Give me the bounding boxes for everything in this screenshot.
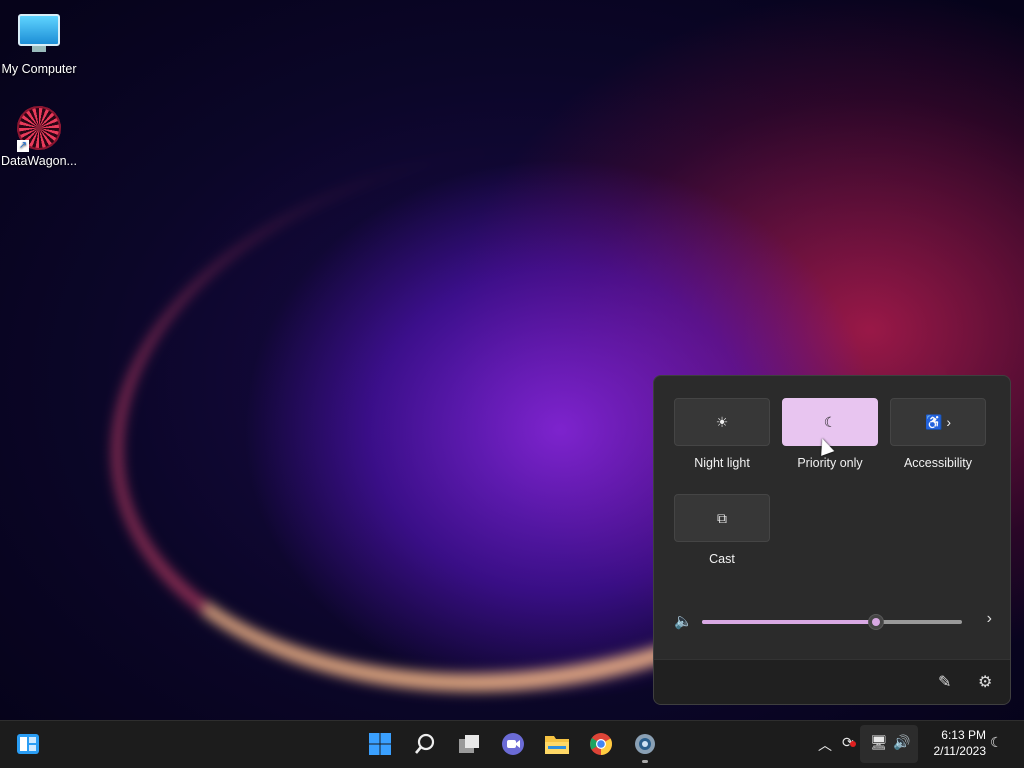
taskbar: ︿ ⟳ 🖥 🔊 6:13 PM 2/11/2023 ☾ [0, 720, 1024, 768]
volume-fill [702, 620, 877, 624]
tile-night-light[interactable]: ☀ [674, 398, 770, 446]
clock-time: 6:13 PM [941, 728, 986, 742]
datawagon-icon: ↗ [17, 106, 61, 152]
widgets-icon[interactable] [15, 731, 41, 757]
settings-app-icon[interactable] [632, 731, 658, 763]
network-icon[interactable]: 🖥 [870, 735, 888, 751]
tile-night-light-group: ☀ Night light [674, 398, 770, 470]
quick-settings-panel: ☀ Night light ☾ Priority only ♿ › Access… [653, 375, 1011, 705]
volume-thumb[interactable] [868, 614, 885, 630]
taskbar-clock[interactable]: 6:13 PM 2/11/2023 [918, 727, 987, 759]
teams-chat-icon[interactable] [500, 731, 526, 757]
file-explorer-icon[interactable] [544, 731, 570, 757]
moon-icon: ☾ [823, 413, 837, 430]
task-view-icon[interactable] [456, 731, 482, 757]
volume-row: 🔈 › [674, 610, 992, 632]
desktop-icon-label: My Computer [1, 62, 77, 76]
sync-icon[interactable]: ⟳ [842, 735, 856, 751]
tile-cast[interactable]: ⧉ [674, 494, 770, 542]
search-icon[interactable] [412, 731, 438, 757]
tile-accessibility-group: ♿ › Accessibility [890, 398, 986, 470]
desktop-icon-label: DataWagon... [1, 154, 77, 168]
tile-label: Night light [694, 456, 750, 470]
focus-moon-icon[interactable]: ☾ [990, 735, 1003, 751]
tile-cast-group: ⧉ Cast [674, 494, 770, 566]
pencil-icon[interactable]: ✎ [938, 672, 951, 692]
tile-accessibility[interactable]: ♿ › [890, 398, 986, 446]
quick-settings-footer: ✎ ⚙ [654, 659, 1010, 704]
night-light-icon: ☀ [715, 413, 729, 430]
cast-icon: ⧉ [717, 509, 727, 526]
chevron-right-icon[interactable]: › [987, 610, 992, 628]
tile-label: Accessibility [903, 456, 973, 470]
volume-slider[interactable] [702, 614, 962, 630]
tile-label: Priority only [797, 456, 863, 470]
gear-icon[interactable]: ⚙ [978, 672, 992, 692]
accessibility-icon: ♿ › [925, 413, 951, 430]
chrome-icon[interactable] [588, 731, 614, 757]
clock-date: 2/11/2023 [933, 744, 987, 758]
tile-label: Cast [709, 552, 735, 566]
shortcut-arrow-icon: ↗ [17, 140, 29, 152]
running-indicator [642, 760, 648, 763]
tile-priority-only-group: ☾ Priority only [782, 398, 878, 470]
desktop-icon-my-computer[interactable]: My Computer [0, 10, 78, 76]
speaker-icon[interactable]: 🔈 [674, 612, 693, 630]
desktop-icon-datawagon[interactable]: ↗ DataWagon... [0, 106, 78, 168]
volume-icon[interactable]: 🔊 [893, 735, 910, 751]
monitor-icon [17, 14, 61, 58]
chevron-up-icon[interactable]: ︿ [818, 735, 832, 755]
start-icon[interactable] [367, 731, 393, 757]
